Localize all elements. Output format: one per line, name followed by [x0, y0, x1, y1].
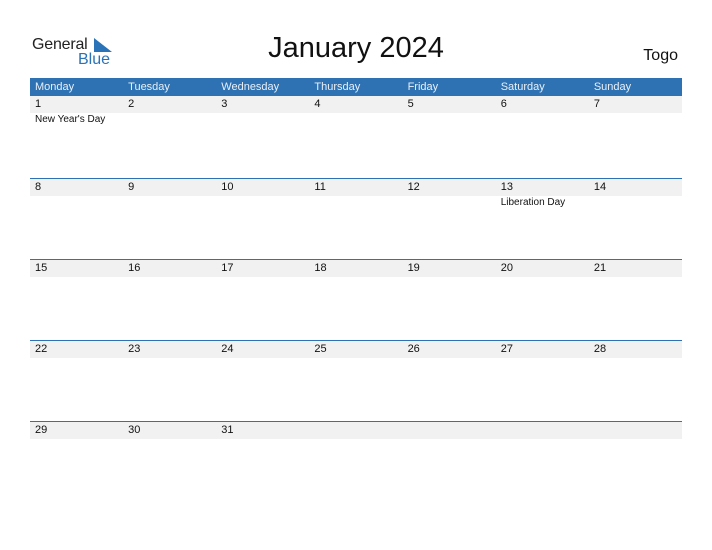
holiday-label: [309, 358, 402, 359]
holiday-label: [123, 439, 216, 440]
holiday-label: [30, 277, 123, 278]
event-strip: New Year's Day: [30, 113, 682, 125]
day-number: 18: [314, 262, 327, 274]
day-number: 13: [500, 181, 513, 193]
week-row: 1 2 3 4 5 6 7 New Year's Day: [30, 96, 682, 178]
holiday-label: Liberation Day: [500, 197, 566, 208]
holiday-label: [403, 277, 496, 278]
day-number: 26: [407, 343, 420, 355]
weekday-tuesday: Tuesday: [128, 81, 170, 93]
holiday-label: [123, 277, 216, 278]
holiday-label: [309, 196, 402, 208]
holiday-label: [589, 439, 682, 440]
day-number: 16: [128, 262, 141, 274]
weekday-friday: Friday: [407, 81, 439, 93]
holiday-label: [216, 439, 309, 440]
holiday-label: [30, 358, 123, 359]
day-number: 27: [500, 343, 513, 355]
day-number: [309, 422, 402, 439]
holiday-label: [496, 113, 589, 125]
day-number: 22: [35, 343, 48, 355]
page-title: January 2024: [268, 32, 444, 64]
holiday-label: [496, 277, 589, 278]
holiday-label: [403, 439, 496, 440]
day-number: 12: [407, 181, 420, 193]
event-strip: [30, 277, 682, 278]
holiday-label: [589, 113, 682, 125]
day-number: 1: [35, 98, 42, 110]
weekday-monday: Monday: [35, 81, 75, 93]
holiday-label: [496, 439, 589, 440]
holiday-label: [589, 196, 682, 208]
day-number: 2: [128, 98, 135, 110]
day-number-strip: 29 30 31: [30, 422, 682, 439]
event-strip: [30, 358, 682, 359]
holiday-label: [123, 113, 216, 125]
day-number: [496, 422, 589, 439]
day-number: 17: [221, 262, 234, 274]
day-number: 8: [35, 181, 42, 193]
holiday-label: [309, 439, 402, 440]
day-number: 15: [35, 262, 48, 274]
holiday-label: [403, 113, 496, 125]
day-number: 29: [35, 424, 48, 436]
day-number: 9: [128, 181, 135, 193]
holiday-label: [123, 358, 216, 359]
holiday-label: [309, 277, 402, 278]
holiday-label: [123, 196, 216, 208]
day-number: 20: [500, 262, 513, 274]
holiday-label: [216, 358, 309, 359]
day-number: [403, 422, 496, 439]
weeks-container: 1 2 3 4 5 6 7 New Year's Day 8 9 10 11 12 13 14 Liberat…: [30, 96, 682, 502]
day-number: 10: [221, 181, 234, 193]
event-strip: [30, 439, 682, 440]
week-row: 22 23 24 25 26 27 28: [30, 340, 682, 421]
day-number: 14: [593, 181, 607, 193]
holiday-label: [309, 113, 402, 125]
holiday-label: [216, 277, 309, 278]
day-number: [589, 422, 682, 439]
weekday-header: Monday Tuesday Wednesday Thursday Friday…: [30, 78, 682, 96]
holiday-label: [403, 358, 496, 359]
day-number: 28: [593, 343, 607, 355]
day-number: 3: [221, 98, 228, 110]
event-strip: Liberation Day: [30, 196, 682, 208]
day-number: 30: [128, 424, 141, 436]
holiday-label: [589, 277, 682, 278]
holiday-label: [589, 358, 682, 359]
day-number: 5: [407, 98, 414, 110]
weekday-saturday: Saturday: [500, 81, 545, 93]
holiday-label: [403, 196, 496, 208]
holiday-label: New Year's Day: [35, 114, 106, 125]
day-number: 4: [314, 98, 321, 110]
weekday-sunday: Sunday: [593, 81, 632, 93]
week-row: 29 30 31: [30, 421, 682, 502]
weekday-wednesday: Wednesday: [221, 81, 280, 93]
day-number: 6: [500, 98, 507, 110]
day-number: 23: [128, 343, 141, 355]
day-number-strip: 15 16 17 18 19 20 21: [30, 260, 682, 277]
holiday-label: [216, 113, 309, 125]
country-label: Togo: [643, 47, 678, 64]
day-number: 11: [314, 181, 326, 193]
day-number-strip: 8 9 10 11 12 13 14: [30, 179, 682, 196]
week-row: 15 16 17 18 19 20 21: [30, 259, 682, 340]
week-row: 8 9 10 11 12 13 14 Liberation Day: [30, 178, 682, 259]
holiday-label: [496, 358, 589, 359]
holiday-label: [30, 196, 123, 208]
day-number: 24: [221, 343, 234, 355]
weekday-thursday: Thursday: [314, 81, 361, 93]
day-number-strip: 1 2 3 4 5 6 7: [30, 96, 682, 113]
day-number: 31: [221, 424, 234, 436]
holiday-label: [30, 439, 123, 440]
day-number: 19: [407, 262, 420, 274]
calendar-grid: Monday Tuesday Wednesday Thursday Friday…: [30, 78, 682, 502]
day-number: 25: [314, 343, 327, 355]
holiday-label: [216, 196, 309, 208]
day-number: 21: [593, 262, 607, 274]
day-number: 7: [593, 98, 600, 110]
day-number-strip: 22 23 24 25 26 27 28: [30, 341, 682, 358]
